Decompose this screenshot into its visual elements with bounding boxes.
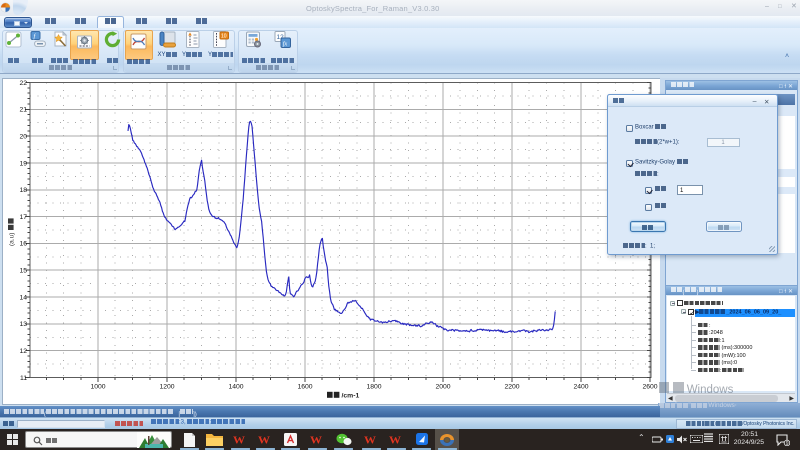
svg-text:19: 19 bbox=[19, 160, 27, 167]
svg-text:2400: 2400 bbox=[573, 383, 588, 390]
svg-text:2000: 2000 bbox=[435, 383, 450, 390]
svg-text:1600: 1600 bbox=[297, 383, 312, 390]
svg-text:22: 22 bbox=[19, 79, 27, 86]
svg-text:11: 11 bbox=[20, 374, 27, 381]
svg-text:20: 20 bbox=[19, 133, 27, 140]
svg-text:14: 14 bbox=[19, 294, 27, 301]
svg-text:16: 16 bbox=[19, 240, 27, 247]
svg-text:21: 21 bbox=[19, 106, 27, 113]
svg-text:9: 9 bbox=[786, 441, 789, 446]
svg-text:/cm-1: /cm-1 bbox=[342, 392, 360, 399]
svg-text:17: 17 bbox=[19, 213, 27, 220]
svg-text:1200: 1200 bbox=[159, 383, 174, 390]
svg-text:1800: 1800 bbox=[366, 383, 381, 390]
svg-text:15: 15 bbox=[19, 267, 27, 274]
svg-text:fx: fx bbox=[282, 41, 287, 48]
svg-text:1000: 1000 bbox=[90, 383, 105, 390]
svg-text:12: 12 bbox=[19, 348, 27, 355]
svg-text:2600: 2600 bbox=[642, 383, 657, 390]
svg-text:13: 13 bbox=[19, 321, 27, 328]
svg-text:10: 10 bbox=[221, 34, 227, 40]
svg-text:(a.u): (a.u) bbox=[9, 232, 16, 245]
svg-text:1400: 1400 bbox=[228, 383, 243, 390]
svg-text:18: 18 bbox=[19, 187, 27, 194]
svg-text:2200: 2200 bbox=[504, 383, 519, 390]
